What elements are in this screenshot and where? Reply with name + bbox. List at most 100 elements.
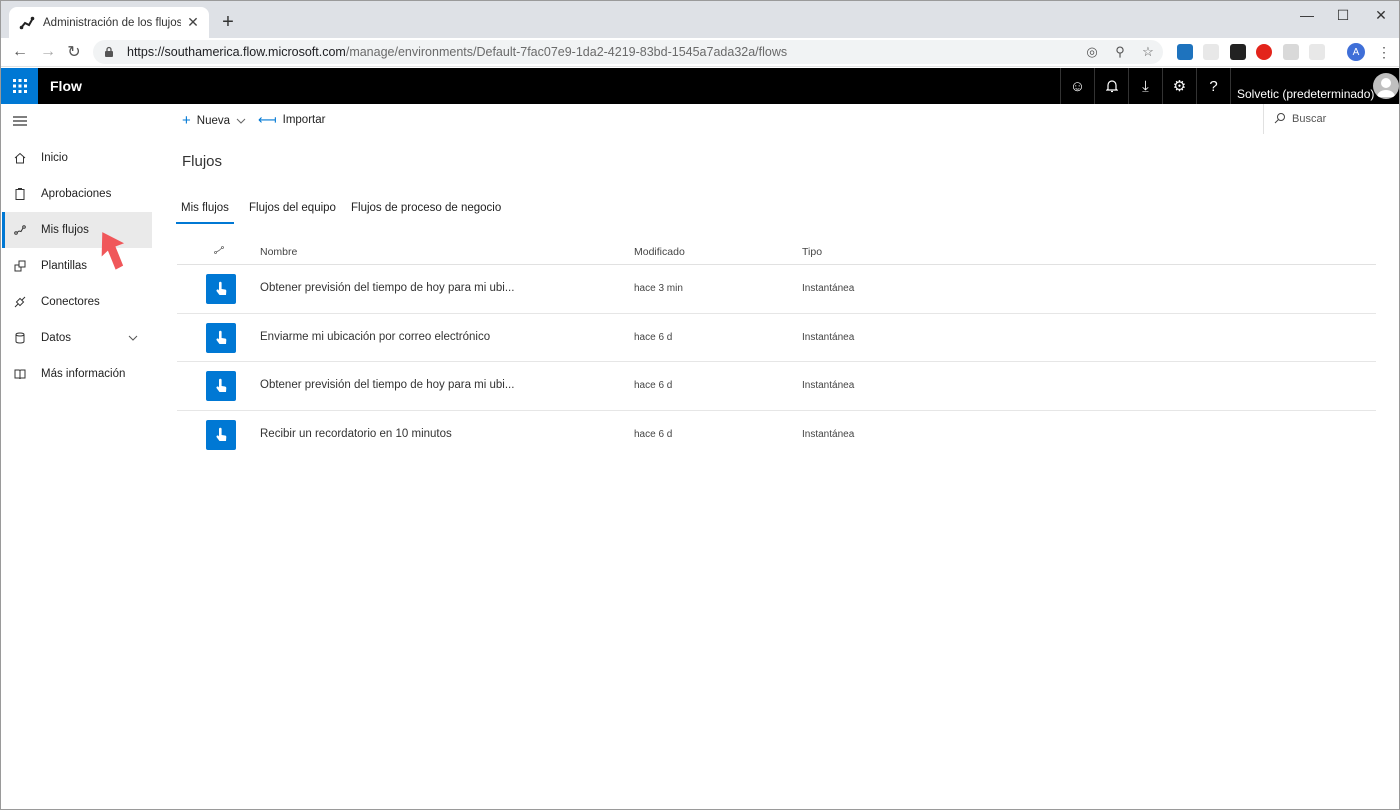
browser-tabstrip: Administración de los flujos | Mic ✕ + —… xyxy=(1,1,1399,38)
app-name[interactable]: Flow xyxy=(50,78,82,94)
command-bar: + Nueva ⟻ Importar Buscar xyxy=(152,104,1399,134)
book-icon xyxy=(13,367,27,381)
more-menu-icon[interactable]: ⋮ xyxy=(1377,43,1391,61)
address-bar[interactable]: https://southamerica.flow.microsoft.com/… xyxy=(93,40,1163,64)
red-arrow-pointer xyxy=(101,232,125,270)
flow-name[interactable]: Recibir un recordatorio en 10 minutos xyxy=(260,428,452,440)
extension-icon[interactable] xyxy=(1230,44,1246,60)
table-header: Nombre Modificado Tipo xyxy=(177,241,1376,265)
chevron-down-icon[interactable] xyxy=(128,333,138,343)
sidebar-item-label: Aprobaciones xyxy=(41,188,112,200)
flow-type: Instantánea xyxy=(802,331,855,343)
new-button-label: Nueva xyxy=(196,114,231,127)
search-box[interactable]: Buscar xyxy=(1263,104,1399,134)
import-arrow-icon: ⟻ xyxy=(258,112,277,127)
extension-icon[interactable] xyxy=(1309,44,1325,60)
url-text: https://southamerica.flow.microsoft.com/… xyxy=(127,45,787,59)
flow-modified: hace 6 d xyxy=(634,428,673,440)
sidebar-item-plantillas[interactable]: Plantillas xyxy=(2,248,152,284)
sidebar-item-label: Mis flujos xyxy=(41,224,89,236)
notifications-bell-icon[interactable] xyxy=(1094,68,1128,104)
sidebar-item-datos[interactable]: Datos xyxy=(2,320,152,356)
zoom-icon[interactable]: ⚲ xyxy=(1111,43,1129,61)
flow-favicon-icon xyxy=(19,15,35,31)
feedback-smiley-icon[interactable]: ☺ xyxy=(1060,68,1094,104)
flow-name[interactable]: Enviarme mi ubicación por correo electró… xyxy=(260,331,490,343)
touch-trigger-icon xyxy=(206,419,236,450)
flow-modified: hace 6 d xyxy=(634,380,673,391)
close-window-icon[interactable]: ✕ xyxy=(1361,1,1399,29)
browser-toolbar: ← → ↻ https://southamerica.flow.microsof… xyxy=(1,38,1399,67)
flow-name[interactable]: Obtener previsión del tiempo de hoy para… xyxy=(260,282,514,294)
bookmark-star-icon[interactable]: ☆ xyxy=(1139,43,1157,61)
user-avatar[interactable] xyxy=(1373,73,1399,99)
extension-icon[interactable] xyxy=(1256,44,1272,60)
sidebar-item-label: Inicio xyxy=(41,152,68,164)
sidebar-item-label: Datos xyxy=(41,332,72,344)
url-host: https://southamerica.flow.microsoft.com xyxy=(127,45,346,59)
sidebar-item-aprobaciones[interactable]: Aprobaciones xyxy=(2,176,152,212)
column-header-name[interactable]: Nombre xyxy=(260,246,297,258)
plus-icon: + xyxy=(182,112,191,129)
back-icon[interactable]: ← xyxy=(9,41,31,63)
column-header-type[interactable]: Tipo xyxy=(802,246,822,258)
flow-type: Instantánea xyxy=(802,380,855,391)
home-icon xyxy=(13,151,27,165)
waffle-icon xyxy=(12,79,27,93)
table-row[interactable]: Obtener previsión del tiempo de hoy para… xyxy=(177,362,1376,411)
app-launcher-button[interactable] xyxy=(1,68,38,104)
chrome-profile-avatar[interactable]: A xyxy=(1347,43,1365,61)
flow-icon xyxy=(13,223,27,237)
tab-flujos-del-equipo[interactable]: Flujos del equipo xyxy=(244,202,341,224)
flow-name[interactable]: Obtener previsión del tiempo de hoy para… xyxy=(260,379,514,391)
new-button[interactable]: + Nueva xyxy=(182,112,246,129)
table-row[interactable]: Obtener previsión del tiempo de hoy para… xyxy=(177,265,1376,314)
new-tab-button[interactable]: + xyxy=(217,11,239,33)
database-icon xyxy=(13,331,27,345)
touch-trigger-icon xyxy=(206,371,236,401)
column-header-modified[interactable]: Modificado xyxy=(634,246,685,258)
maximize-icon[interactable]: ☐ xyxy=(1323,1,1363,29)
touch-trigger-icon xyxy=(206,322,236,353)
sidebar-item-label: Conectores xyxy=(41,296,100,308)
close-tab-icon[interactable]: ✕ xyxy=(185,14,201,31)
sidebar-item-conectores[interactable]: Conectores xyxy=(2,284,152,320)
extension-icon[interactable] xyxy=(1203,44,1219,60)
flow-type: Instantánea xyxy=(802,283,855,294)
table-row[interactable]: Recibir un recordatorio en 10 minutos ha… xyxy=(177,411,1376,460)
import-button[interactable]: ⟻ Importar xyxy=(258,112,325,128)
minimize-icon[interactable]: — xyxy=(1287,1,1327,29)
sidebar-item-label: Más información xyxy=(41,368,126,380)
forward-icon[interactable]: → xyxy=(37,41,59,63)
reload-icon[interactable]: ↻ xyxy=(63,41,85,63)
settings-gear-icon[interactable]: ⚙ xyxy=(1162,68,1196,104)
chevron-down-icon xyxy=(236,118,246,124)
touch-trigger-icon xyxy=(206,274,236,304)
table-row[interactable]: Enviarme mi ubicación por correo electró… xyxy=(177,314,1376,362)
environment-name[interactable]: Solvetic (predeterminado) xyxy=(1237,87,1374,101)
browser-tab-title: Administración de los flujos | Mic xyxy=(43,16,181,29)
flow-modified: hace 3 min xyxy=(634,283,683,294)
help-icon[interactable]: ? xyxy=(1196,68,1230,104)
templates-icon xyxy=(13,259,27,273)
lock-icon xyxy=(105,46,113,57)
hamburger-menu-icon[interactable] xyxy=(13,116,27,126)
tab-mis-flujos[interactable]: Mis flujos xyxy=(176,202,234,224)
browser-window: Administración de los flujos | Mic ✕ + —… xyxy=(0,0,1400,810)
search-placeholder: Buscar xyxy=(1292,113,1327,125)
tab-flujos-de-proceso-de-negocio[interactable]: Flujos de proceso de negocio xyxy=(346,202,506,224)
sidebar-item-mas-informacion[interactable]: Más información xyxy=(2,356,152,392)
clipboard-icon xyxy=(13,187,27,201)
search-icon xyxy=(1274,112,1286,127)
extension-icon[interactable] xyxy=(1177,44,1193,60)
page-title: Flujos xyxy=(182,153,223,170)
connector-icon xyxy=(13,295,27,309)
location-icon[interactable]: ◎ xyxy=(1083,43,1101,61)
flows-table: Nombre Modificado Tipo Obtener previsión… xyxy=(177,241,1376,459)
sidebar-item-inicio[interactable]: Inicio xyxy=(2,140,152,176)
extension-icon[interactable] xyxy=(1283,44,1299,60)
sidebar-item-mis-flujos[interactable]: Mis flujos xyxy=(2,212,152,248)
download-icon[interactable]: ⤓ xyxy=(1128,68,1162,104)
browser-tab[interactable]: Administración de los flujos | Mic ✕ xyxy=(9,7,209,38)
sidebar-item-label: Plantillas xyxy=(41,260,88,272)
